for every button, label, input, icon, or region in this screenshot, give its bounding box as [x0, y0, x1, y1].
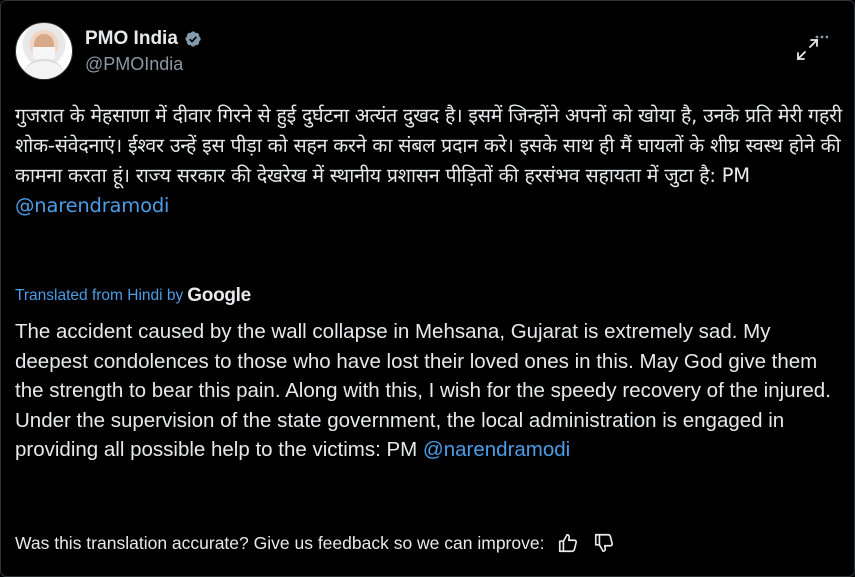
- avatar[interactable]: [15, 22, 73, 80]
- post-text-original: गुजरात के मेहसाणा में दीवार गिरने से हुई…: [15, 101, 845, 221]
- expand-icon[interactable]: [794, 29, 829, 63]
- post-text-translated: The accident caused by the wall collapse…: [15, 317, 845, 465]
- feedback-prompt: Was this translation accurate? Give us f…: [15, 532, 545, 553]
- english-mention-link[interactable]: @narendramodi: [423, 438, 570, 461]
- thumbs-down-icon[interactable]: [592, 531, 616, 555]
- account-handle[interactable]: @PMOIndia: [85, 54, 202, 75]
- name-row: PMO India: [85, 28, 202, 50]
- post-header: PMO India @PMOIndia: [15, 19, 202, 83]
- hindi-mention-link[interactable]: @narendramodi: [15, 194, 169, 217]
- hindi-body: गुजरात के मेहसाणा में दीवार गिरने से हुई…: [15, 104, 842, 187]
- post-card: PMO India @PMOIndia गुजरात के मेहसाणा मे…: [0, 0, 855, 577]
- avatar-body: [24, 59, 64, 79]
- translated-label: Translated from Hindi by: [15, 287, 184, 304]
- verified-badge-icon: [184, 30, 202, 48]
- thumbs-up-icon[interactable]: [556, 531, 580, 555]
- translation-attribution: Translated from Hindi by Google: [15, 285, 251, 307]
- display-name[interactable]: PMO India: [85, 28, 178, 50]
- author-info: PMO India @PMOIndia: [85, 28, 202, 75]
- google-logo: Google: [187, 285, 251, 306]
- translation-feedback: Was this translation accurate? Give us f…: [15, 531, 616, 555]
